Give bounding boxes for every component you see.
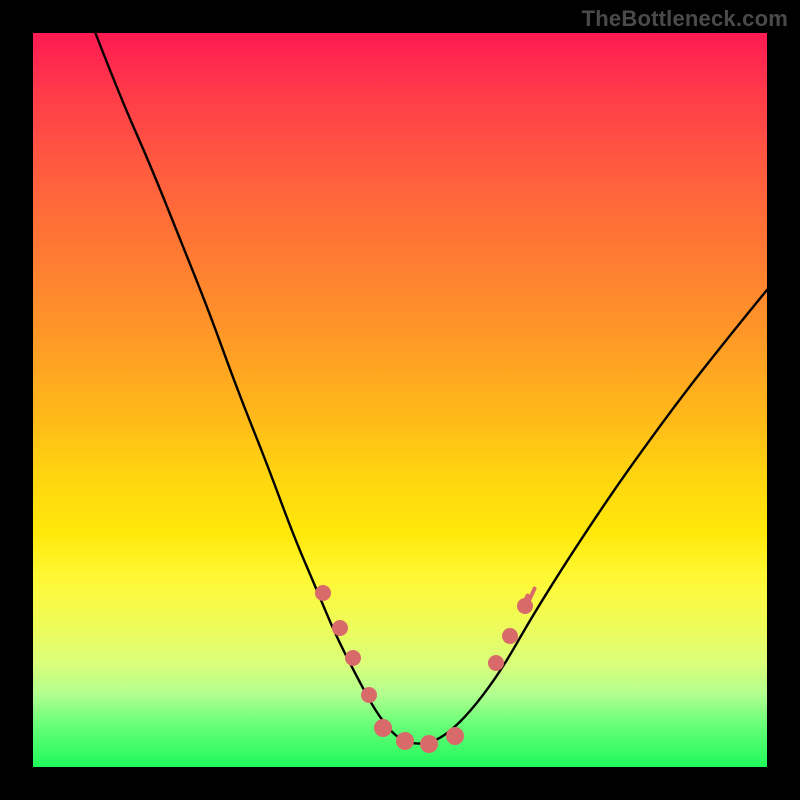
curve-marker — [374, 719, 392, 737]
curve-marker — [361, 687, 377, 703]
highlighted-range-markers — [315, 585, 537, 753]
curve-marker — [332, 620, 348, 636]
watermark-text: TheBottleneck.com — [582, 6, 788, 32]
plot-area — [33, 33, 767, 767]
curve-marker — [488, 655, 504, 671]
curve-path — [95, 33, 767, 744]
chart-frame: TheBottleneck.com — [0, 0, 800, 800]
curve-marker — [446, 727, 464, 745]
curve-marker — [315, 585, 331, 601]
curve-marker — [502, 628, 518, 644]
bottleneck-curve — [95, 33, 767, 744]
curve-marker — [396, 732, 414, 750]
curve-marker — [345, 650, 361, 666]
curve-marker — [420, 735, 438, 753]
curve-svg — [33, 33, 767, 767]
